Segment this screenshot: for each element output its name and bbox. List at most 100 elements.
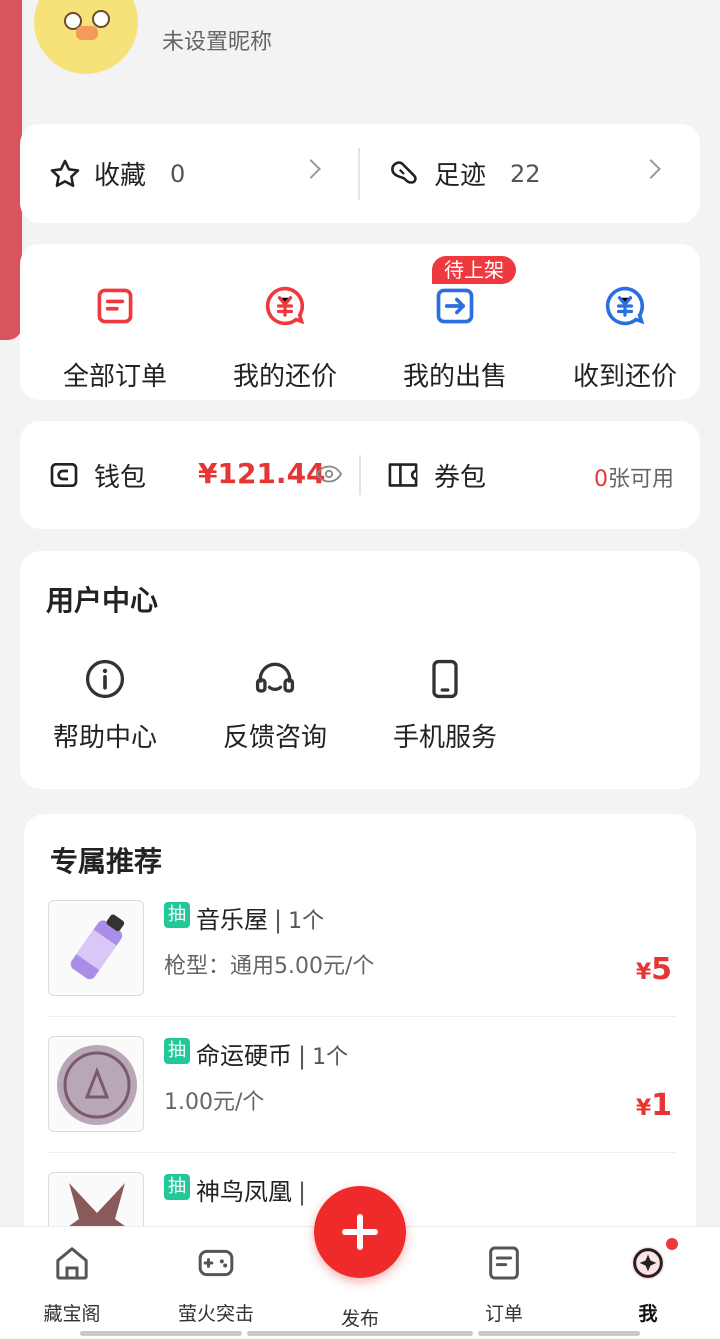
user-center-title: 用户中心 [46, 584, 159, 617]
tab-label: 订单 [484, 1303, 523, 1325]
headset-icon [255, 662, 295, 693]
publish-label: 发布 [340, 1308, 379, 1330]
nickname[interactable]: 未设置昵称 [162, 24, 272, 56]
item-subtitle: 枪型：通用5.00元/个 [164, 954, 375, 979]
my-bargain-entry[interactable]: 我的还价 [200, 244, 370, 400]
lottery-tag: 抽 [164, 1174, 190, 1200]
price-symbol: ¥ [635, 1096, 652, 1121]
profile-icon [631, 1246, 665, 1280]
yuan-bubble-icon [265, 286, 305, 326]
spray-can-image [70, 914, 125, 980]
item-name: 神鸟凤凰 | [196, 1172, 312, 1207]
wallet-icon [50, 463, 78, 487]
yuan-bubble-icon [605, 286, 645, 326]
home-icon [56, 1247, 88, 1280]
user-center-item-label: 反馈咨询 [222, 723, 327, 753]
collect-entry[interactable]: 收藏 0 [48, 124, 185, 223]
item-title: 音乐屋 [196, 906, 268, 934]
avatar[interactable] [34, 0, 138, 74]
coupon-count: 0 [593, 467, 608, 492]
user-center-item-label: 帮助中心 [52, 723, 157, 753]
history-label: 足迹 [434, 161, 487, 191]
coupon-icon [388, 463, 418, 487]
history-entry[interactable]: 足迹 22 [386, 124, 541, 223]
divider [358, 148, 360, 200]
plus-icon-vertical [357, 1214, 363, 1250]
wallet-label: 钱包 [94, 462, 147, 493]
tab-label: 萤火突击 [177, 1303, 254, 1325]
all-orders-entry[interactable]: 全部订单 [30, 244, 200, 400]
item-separator: | [298, 1178, 307, 1206]
publish-button[interactable] [314, 1186, 406, 1278]
item-name: 音乐屋 | 1个 [196, 900, 324, 935]
profile-header: 未设置昵称 [0, 0, 720, 110]
chevron-right-icon [641, 159, 661, 179]
tab-game[interactable]: 萤火突击 [144, 1227, 288, 1339]
chevron-right-icon [301, 159, 321, 179]
collect-label: 收藏 [94, 161, 147, 191]
recommend-title: 专属推荐 [50, 845, 163, 878]
tab-label: 藏宝阁 [43, 1303, 101, 1325]
row-divider [48, 1016, 676, 1017]
received-bargain-entry[interactable]: 收到还价 [540, 244, 710, 400]
lottery-tag: 抽 [164, 902, 190, 928]
eye-icon[interactable] [316, 465, 342, 483]
item-thumbnail [48, 900, 144, 996]
collect-count: 0 [170, 159, 186, 188]
item-price: ¥1 [636, 1088, 672, 1123]
info-icon [85, 659, 125, 699]
coupon-available[interactable]: 0张可用 [594, 461, 674, 493]
item-quantity: 1个 [288, 909, 325, 934]
lottery-tag: 抽 [164, 1038, 190, 1064]
wallet-balance: ¥121.44 [198, 457, 326, 490]
divider [359, 455, 361, 495]
item-title: 命运硬币 [196, 1042, 292, 1070]
price-value: 1 [651, 1088, 672, 1123]
row-divider [48, 1152, 676, 1153]
orders-card: 全部订单 我的还价 我的出售 收到还价 [20, 244, 700, 400]
orders-item-label: 全部订单 [62, 362, 167, 392]
tab-me[interactable]: 我 [576, 1227, 720, 1339]
item-subtitle: 1.00元/个 [164, 1090, 265, 1115]
favorites-card: 收藏 0 足迹 22 [20, 124, 700, 223]
item-quantity: 1个 [312, 1045, 349, 1070]
price-value: 5 [651, 952, 672, 987]
phone-service-entry[interactable]: 手机服务 [360, 651, 530, 761]
gesture-bar [80, 1331, 242, 1336]
orders-item-label: 我的还价 [232, 362, 337, 392]
avatar-eye-right [92, 10, 110, 28]
order-icon [489, 1246, 519, 1280]
wallet-entry[interactable]: 钱包 [48, 421, 146, 529]
item-name: 命运硬币 | 1个 [196, 1036, 348, 1071]
gamepad-icon [198, 1249, 234, 1277]
tab-label: 我 [638, 1303, 658, 1325]
list-item[interactable]: 抽 命运硬币 | 1个 1.00元/个 ¥1 [48, 1036, 676, 1172]
coupon-label: 券包 [434, 462, 487, 493]
notification-dot [666, 1238, 678, 1250]
avatar-beak [76, 26, 98, 40]
user-center-item-label: 手机服务 [392, 723, 497, 753]
gesture-bar [247, 1331, 473, 1336]
item-title: 神鸟凤凰 [196, 1178, 292, 1206]
orders-item-label: 我的出售 [402, 362, 507, 392]
wallet-card: 钱包 ¥121.44 券包 0张可用 [20, 421, 700, 529]
phone-icon [432, 659, 458, 699]
coupon-suffix: 张可用 [607, 467, 674, 492]
item-separator: | [274, 906, 283, 934]
star-icon [50, 159, 80, 187]
item-separator: | [298, 1042, 307, 1070]
sell-arrow-icon [436, 288, 474, 324]
gesture-bar [478, 1331, 640, 1336]
user-center-card: 用户中心 帮助中心 反馈咨询 手机服务 [20, 551, 700, 789]
coin-image [57, 1045, 137, 1125]
item-thumbnail [48, 1036, 144, 1132]
orders-item-label: 收到还价 [572, 362, 677, 392]
tab-orders[interactable]: 订单 [432, 1227, 576, 1339]
help-center-entry[interactable]: 帮助中心 [20, 651, 190, 761]
list-item[interactable]: 抽 音乐屋 | 1个 枪型：通用5.00元/个 ¥5 [48, 900, 676, 1036]
tab-home[interactable]: 藏宝阁 [0, 1227, 144, 1339]
pending-listing-badge: 待上架 [432, 256, 516, 284]
order-list-icon [97, 288, 133, 324]
feedback-entry[interactable]: 反馈咨询 [190, 651, 360, 761]
coupon-entry[interactable]: 券包 [386, 421, 486, 529]
